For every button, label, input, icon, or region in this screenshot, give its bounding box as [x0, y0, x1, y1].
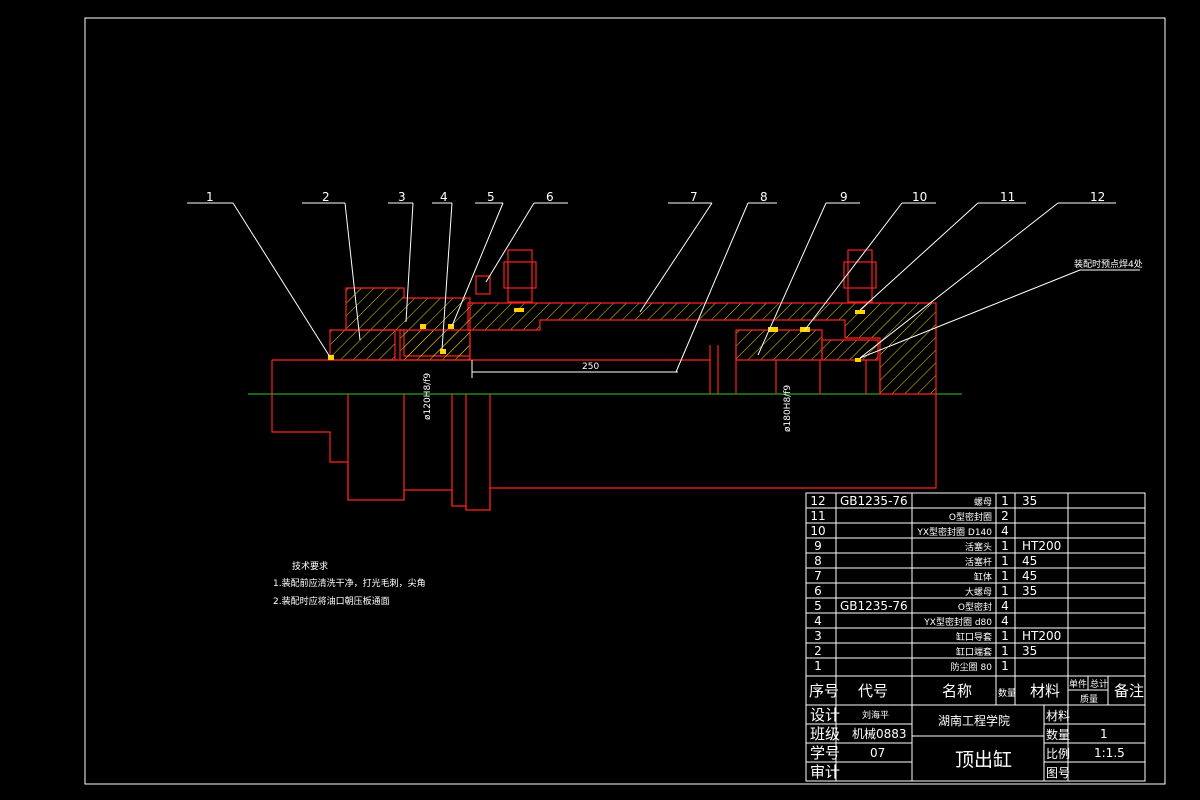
- bom-cell-no: 12: [810, 494, 825, 508]
- bom-cell-qty: 1: [1001, 584, 1009, 598]
- design-label: 设计: [810, 706, 840, 724]
- bom-cell-qty: 1: [1001, 494, 1009, 508]
- balloon-10: 10: [912, 190, 927, 204]
- bom-cell-no: 11: [810, 509, 825, 523]
- bom-cell-name: 活塞杆: [965, 556, 992, 568]
- balloon-6: 6: [546, 190, 554, 204]
- balloon-11: 11: [1000, 190, 1015, 204]
- bom-cell-no: 6: [814, 584, 822, 598]
- bom-rows: 12 GB1235-76 螺母 1 3511 O型密封圈 210 YX型密封圈 D140 49 活…: [806, 494, 1145, 673]
- bom-cell-code: GB1235-76: [840, 599, 908, 613]
- bom-cell-name: 大螺母: [965, 586, 992, 598]
- bom-cell-name: 活塞头: [965, 541, 992, 553]
- student-no-label: 学号: [810, 744, 840, 762]
- bom-cell-no: 5: [814, 599, 822, 613]
- balloon-4: 4: [440, 190, 448, 204]
- student-no: 07: [870, 746, 885, 760]
- material-label: 材料: [1046, 709, 1070, 723]
- bom-header-code: 代号: [858, 682, 888, 700]
- bom-cell-name: O型密封: [958, 601, 992, 613]
- bom-cell-name: YX型密封圈 d80: [923, 616, 992, 628]
- bom-cell-name: 缸体: [974, 571, 992, 583]
- class-value: 机械0883: [852, 726, 907, 741]
- class-label: 班级: [810, 725, 840, 743]
- scale-value: 1:1.5: [1094, 746, 1125, 760]
- bom-cell-qty: 1: [1001, 554, 1009, 568]
- dimension-dia-left: ø120H8/f9: [423, 373, 433, 420]
- dimension-stroke: 250: [582, 362, 599, 372]
- school-name: 湖南工程学院: [938, 713, 1010, 728]
- bom-cell-qty: 1: [1001, 569, 1009, 583]
- bom-header: 序号 代号 名称 数量 材料 单件 总计 质量 备注: [809, 678, 1144, 705]
- bom-cell-qty: 2: [1001, 509, 1009, 523]
- bom-header-unit-weight: 单件: [1069, 678, 1087, 690]
- bom-cell-name: YX型密封圈 D140: [916, 526, 992, 538]
- bom-header-weight: 质量: [1080, 693, 1098, 705]
- tech-req-item-2: 2.装配时应将油口朝压板通面: [273, 595, 390, 607]
- bom-cell-material: HT200: [1022, 629, 1061, 643]
- balloon-1: 1: [206, 190, 214, 204]
- bom-cell-no: 1: [814, 659, 822, 673]
- bom-header-name: 名称: [942, 682, 972, 700]
- bom-cell-no: 7: [814, 569, 822, 583]
- cad-drawing: 1 2 3 4 5 6 7 8 9 10 11 12 装配时预点焊4处 250 …: [84, 17, 1166, 785]
- balloon-5: 5: [487, 190, 495, 204]
- balloon-7: 7: [690, 190, 698, 204]
- bom-cell-qty: 1: [1001, 539, 1009, 553]
- balloon-2: 2: [322, 190, 330, 204]
- bom-cell-no: 9: [814, 539, 822, 553]
- bom-cell-name: 螺母: [974, 497, 992, 508]
- quantity-label: 数量: [1046, 727, 1070, 742]
- review-label: 审计: [810, 763, 840, 781]
- balloon-8: 8: [760, 190, 768, 204]
- bom-cell-material: 45: [1022, 569, 1037, 583]
- bom-cell-qty: 1: [1001, 629, 1009, 643]
- bom-cell-qty: 4: [1001, 614, 1009, 628]
- bom-cell-qty: 1: [1001, 644, 1009, 658]
- bom-cell-name: 防尘圈 80: [951, 661, 993, 673]
- bom-cell-qty: 4: [1001, 599, 1009, 613]
- bom-cell-no: 4: [814, 614, 822, 628]
- bom-cell-name: 缸口端套: [956, 646, 992, 658]
- tech-requirements: 技术要求 1.装配前应清洗干净，打光毛刺，尖角 2.装配时应将油口朝压板通面: [273, 560, 426, 607]
- bom-header-no: 序号: [809, 682, 839, 700]
- bom-cell-qty: 1: [1001, 659, 1009, 673]
- drawing-no-label: 图号: [1046, 766, 1070, 780]
- bom-cell-no: 10: [810, 524, 825, 538]
- bom-cell-no: 8: [814, 554, 822, 568]
- bom-cell-material: 35: [1022, 644, 1037, 658]
- bom-cell-no: 2: [814, 644, 822, 658]
- bom-cell-no: 3: [814, 629, 822, 643]
- balloon-3: 3: [398, 190, 406, 204]
- drawing-title: 顶出缸: [955, 749, 1012, 771]
- bom-cell-material: 35: [1022, 584, 1037, 598]
- bom-cell-name: O型密封圈: [949, 511, 992, 523]
- tech-req-item-1: 1.装配前应清洗干净，打光毛刺，尖角: [273, 577, 426, 589]
- bom-header-material: 材料: [1030, 682, 1060, 700]
- scale-label: 比例: [1046, 747, 1070, 761]
- bom-cell-code: GB1235-76: [840, 494, 908, 508]
- balloon-9: 9: [840, 190, 848, 204]
- bom-header-total-weight: 总计: [1090, 678, 1108, 690]
- designer-name: 刘海平: [862, 709, 889, 721]
- tech-req-title: 技术要求: [292, 560, 328, 572]
- bom-cell-qty: 4: [1001, 524, 1009, 538]
- balloon-note: 装配时预点焊4处: [1074, 258, 1143, 270]
- bom-cell-material: 45: [1022, 554, 1037, 568]
- bom-header-qty: 数量: [998, 687, 1016, 699]
- dimension-dia-right: ø180H8/f9: [783, 385, 793, 432]
- bom-cell-name: 缸口导套: [956, 631, 992, 643]
- balloon-12: 12: [1090, 190, 1105, 204]
- bom-header-remark: 备注: [1114, 682, 1144, 700]
- bom-cell-material: HT200: [1022, 539, 1061, 553]
- bom-cell-material: 35: [1022, 494, 1037, 508]
- quantity-value: 1: [1100, 727, 1108, 741]
